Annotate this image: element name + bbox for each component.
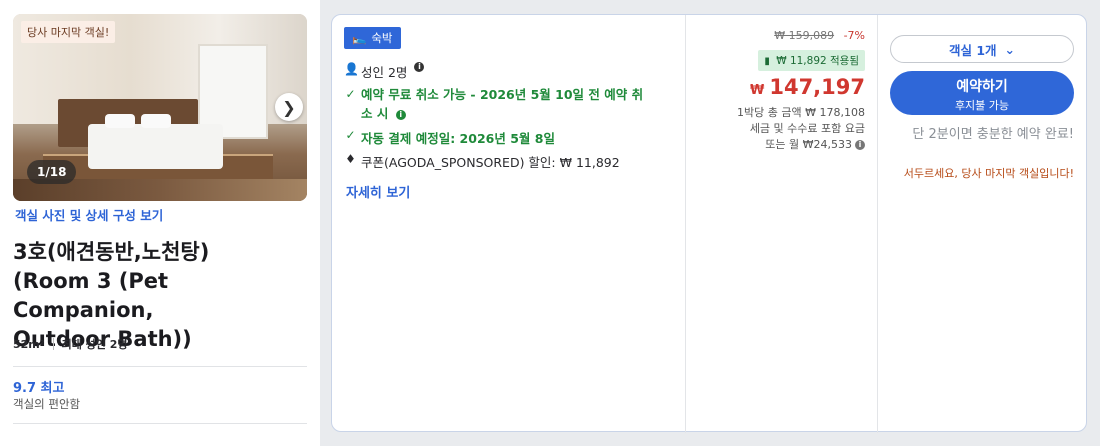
original-price: ₩ 159,089 (774, 29, 835, 42)
chevron-down-icon: ⌄ (1004, 41, 1016, 57)
coupon-feature: ♦ 쿠폰(AGODA_SPONSORED) 할인: ₩ 11,892 (344, 152, 620, 171)
free-cancel-feature: ✓ 예약 무료 취소 가능 - 2026년 5월 10일 전 예약 취 소 시 … (344, 85, 679, 123)
stay-type-badge: 🛌 숙박 (344, 27, 401, 49)
applied-coupon-badge: ▮ ₩ 11,892 적용됨 (758, 50, 865, 71)
info-icon[interactable]: i (414, 62, 425, 72)
price-column: ₩ 159,089 -7% ▮ ₩ 11,892 적용됨 ₩147,197 1박… (686, 15, 877, 433)
monthly-price: 또는 월 ₩24,533 (765, 138, 852, 151)
tax-note: 세금 및 수수료 포함 요금 (749, 122, 865, 135)
auto-pay-text: 자동 결제 예정일: 2026년 5월 8일 (361, 131, 555, 146)
final-price: ₩147,197 (750, 75, 865, 99)
info-icon[interactable]: i (395, 109, 406, 120)
original-price-row: ₩ 159,089 -7% (774, 29, 865, 42)
photo-counter: 1/18 (27, 160, 77, 184)
room-photos-link[interactable]: 객실 사진 및 상세 구성 보기 (15, 205, 163, 224)
action-column: 객실 1개 ⌄ 예약하기 후지불 가능 단 2분이면 충분한 예약 완료! 서두… (878, 15, 1087, 433)
bed-icon: 🛌 (352, 31, 367, 45)
free-cancel-text-cont: 소 시 (361, 106, 389, 121)
room-title-line: 3호(애견동반,노천탕) (13, 240, 210, 264)
shield-check-icon: ✓ (345, 87, 356, 101)
room-rating-label: 객실의 편안함 (13, 397, 81, 411)
divider (13, 366, 307, 367)
offer-card: 🛌 숙박 👤 성인 2명 i ✓ 예약 무료 취소 가능 - 2026년 5월 … (331, 14, 1087, 433)
max-occupancy: 최대 성인 2명 (61, 338, 128, 351)
room-title-line: (Room 3 (Pet Companion, (13, 269, 169, 322)
coupon-text: 쿠폰(AGODA_SPONSORED) 할인: ₩ 11,892 (361, 155, 620, 170)
room-count-label: 객실 1개 (948, 42, 997, 58)
last-room-warning: 서두르세요, 당사 마지막 객실입니다! (903, 167, 1074, 180)
chevron-right-icon: ❯ (282, 97, 296, 117)
book-button[interactable]: 예약하기 후지불 가능 (890, 71, 1074, 115)
adults-label: 성인 2명 (361, 65, 408, 80)
details-link[interactable]: 자세히 보기 (346, 182, 410, 201)
auto-pay-feature: ✓ 자동 결제 예정일: 2026년 5월 8일 (344, 128, 555, 147)
stay-type-label: 숙박 (371, 31, 393, 45)
info-icon[interactable]: i (855, 140, 865, 150)
book-button-label: 예약하기 (956, 79, 1008, 95)
room-info-column: 당사 마지막 객실! 1/18 ❯ 객실 사진 및 상세 구성 보기 3호(애견… (0, 0, 320, 446)
hurry-message: 단 2분이면 충분한 예약 완료! (912, 127, 1074, 142)
ticket-icon: ▮ (764, 56, 770, 67)
per-night-total: 1박당 총 금액 ₩ 178,108 (737, 106, 865, 119)
room-count-select[interactable]: 객실 1개 ⌄ (890, 35, 1074, 63)
adults-feature: 👤 성인 2명 i (344, 62, 425, 81)
room-rating: 9.7 최고 (13, 381, 65, 396)
check-icon: ✓ (345, 128, 356, 142)
price-value: 147,197 (769, 75, 865, 99)
applied-coupon-text: ₩ 11,892 적용됨 (776, 55, 859, 67)
meta-separator (52, 338, 54, 350)
book-button-sub: 후지불 가능 (954, 99, 1010, 112)
currency-symbol: ₩ (750, 83, 765, 98)
room-size: 52m² (13, 337, 45, 351)
last-room-badge: 당사 마지막 객실! (21, 21, 116, 43)
room-meta: 52m² 최대 성인 2명 (13, 336, 128, 352)
free-cancel-text: 예약 무료 취소 가능 - 2026년 5월 10일 전 예약 취 (361, 87, 644, 102)
discount-percent: -7% (843, 29, 865, 42)
divider (13, 423, 307, 424)
tag-icon: ♦ (345, 152, 356, 166)
next-photo-button[interactable]: ❯ (275, 93, 303, 121)
price-details: 1박당 총 금액 ₩ 178,108 세금 및 수수료 포함 요금 또는 월 ₩… (685, 105, 865, 153)
person-icon: 👤 (344, 62, 359, 76)
